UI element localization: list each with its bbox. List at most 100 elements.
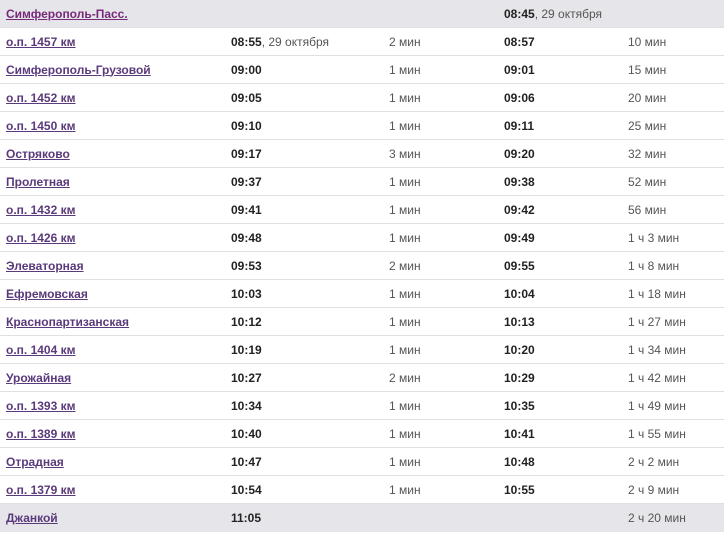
- stop-duration: 1 мин: [389, 203, 504, 217]
- arrival-cell: 10:47: [231, 455, 389, 469]
- stop-duration: 1 мин: [389, 231, 504, 245]
- depart-time: 10:55: [504, 483, 535, 497]
- table-row: о.п. 1404 км10:191 мин10:201 ч 34 мин: [0, 336, 724, 364]
- origin-depart-cell: 08:45, 29 октября: [504, 7, 628, 21]
- depart-cell: 09:42: [504, 203, 628, 217]
- table-row: Симферополь-Грузовой09:001 мин09:0115 ми…: [0, 56, 724, 84]
- station-link[interactable]: о.п. 1432 км: [6, 203, 76, 217]
- stop-duration: 2 мин: [389, 35, 504, 49]
- arrival-cell: 10:19: [231, 343, 389, 357]
- origin-depart-date: , 29 октября: [535, 7, 602, 21]
- depart-time: 09:01: [504, 63, 535, 77]
- destination-station-link[interactable]: Джанкой: [6, 511, 58, 525]
- arrival-cell: 09:41: [231, 203, 389, 217]
- origin-station-link[interactable]: Симферополь-Пасс.: [6, 7, 128, 21]
- table-row: Урожайная10:272 мин10:291 ч 42 мин: [0, 364, 724, 392]
- stop-duration: 2 мин: [389, 371, 504, 385]
- arrival-cell: 09:48: [231, 231, 389, 245]
- station-link[interactable]: Остряково: [6, 147, 70, 161]
- table-row: о.п. 1379 км10:541 мин10:552 ч 9 мин: [0, 476, 724, 504]
- table-row: Ефремовская10:031 мин10:041 ч 18 мин: [0, 280, 724, 308]
- table-row: Элеваторная09:532 мин09:551 ч 8 мин: [0, 252, 724, 280]
- depart-time: 09:11: [504, 119, 534, 133]
- table-row: Пролетная09:371 мин09:3852 мин: [0, 168, 724, 196]
- station-link[interactable]: Пролетная: [6, 175, 70, 189]
- arrival-time: 09:05: [231, 91, 262, 105]
- station-link[interactable]: о.п. 1452 км: [6, 91, 76, 105]
- depart-time: 10:35: [504, 399, 535, 413]
- station-link[interactable]: о.п. 1457 км: [6, 35, 76, 49]
- arrival-time: 08:55: [231, 35, 262, 49]
- depart-cell: 09:49: [504, 231, 628, 245]
- stop-duration: 1 мин: [389, 315, 504, 329]
- station-link[interactable]: Урожайная: [6, 371, 71, 385]
- destination-arrival-time: 11:05: [231, 511, 261, 525]
- depart-time: 09:06: [504, 91, 535, 105]
- station-link[interactable]: о.п. 1379 км: [6, 483, 76, 497]
- station-link[interactable]: о.п. 1389 км: [6, 427, 76, 441]
- arrival-date: , 29 октября: [262, 35, 329, 49]
- total-duration: 10 мин: [628, 35, 718, 49]
- station-link[interactable]: о.п. 1393 км: [6, 399, 76, 413]
- origin-depart-time: 08:45: [504, 7, 535, 21]
- schedule-table: Симферополь-Пасс. 08:45, 29 октября о.п.…: [0, 0, 724, 532]
- stop-duration: 1 мин: [389, 91, 504, 105]
- depart-cell: 10:55: [504, 483, 628, 497]
- arrival-time: 09:17: [231, 147, 262, 161]
- table-row: Отрадная10:471 мин10:482 ч 2 мин: [0, 448, 724, 476]
- arrival-cell: 10:03: [231, 287, 389, 301]
- stop-duration: 1 мин: [389, 63, 504, 77]
- total-duration: 1 ч 42 мин: [628, 371, 718, 385]
- table-row: Краснопартизанская 10:12 1 мин10:13 1 ч 27 …: [0, 308, 724, 336]
- table-row: о.п. 1452 км 09:05 1 мин09:06 20 мин: [0, 84, 724, 112]
- total-duration: 20 мин: [628, 91, 718, 105]
- arrival-time: 10:40: [231, 427, 262, 441]
- station-link[interactable]: Краснопартизанская: [6, 315, 129, 329]
- station-link[interactable]: о.п. 1426 км: [6, 231, 76, 245]
- depart-time: 09:20: [504, 147, 535, 161]
- station-link[interactable]: Отрадная: [6, 455, 64, 469]
- depart-time: 08:57: [504, 35, 535, 49]
- table-row: о.п. 1457 км 08:55, 29 октября 2 мин08:57 1…: [0, 28, 724, 56]
- station-link[interactable]: Симферополь-Грузовой: [6, 63, 151, 77]
- total-duration: 56 мин: [628, 203, 718, 217]
- stop-duration: 1 мин: [389, 483, 504, 497]
- depart-cell: 09:55: [504, 259, 628, 273]
- depart-time: 10:29: [504, 371, 535, 385]
- table-row: о.п. 1450 км09:101 мин09:1125 мин: [0, 112, 724, 140]
- destination-total-time: 2 ч 20 мин: [628, 511, 686, 525]
- station-link[interactable]: Ефремовская: [6, 287, 88, 301]
- total-duration: 2 ч 2 мин: [628, 455, 718, 469]
- total-duration: 1 ч 27 мин: [628, 315, 718, 329]
- depart-cell: 09:38: [504, 175, 628, 189]
- arrival-cell: 09:10: [231, 119, 389, 133]
- table-row: о.п. 1426 км 09:481 мин09:49 1 ч 3 мин: [0, 224, 724, 252]
- total-duration: 1 ч 49 мин: [628, 399, 718, 413]
- arrival-time: 10:54: [231, 483, 262, 497]
- arrival-cell: 10:34: [231, 399, 389, 413]
- arrival-time: 10:34: [231, 399, 262, 413]
- station-link[interactable]: о.п. 1450 км: [6, 119, 76, 133]
- total-duration: 1 ч 3 мин: [628, 231, 718, 245]
- depart-cell: 10:35: [504, 399, 628, 413]
- depart-cell: 08:57: [504, 35, 628, 49]
- arrival-time: 10:19: [231, 343, 262, 357]
- table-row: о.п. 1389 км10:401 мин10:411 ч 55 мин: [0, 420, 724, 448]
- stop-duration: 1 мин: [389, 287, 504, 301]
- arrival-time: 09:10: [231, 119, 262, 133]
- depart-time: 09:49: [504, 231, 535, 245]
- total-duration: 32 мин: [628, 147, 718, 161]
- arrival-time: 09:41: [231, 203, 262, 217]
- origin-row: Симферополь-Пасс. 08:45, 29 октября: [0, 0, 724, 28]
- depart-time: 10:41: [504, 427, 535, 441]
- destination-row: Джанкой 11:05 2 ч 20 мин: [0, 504, 724, 532]
- depart-cell: 09:11: [504, 119, 628, 133]
- arrival-time: 10:12: [231, 315, 262, 329]
- station-link[interactable]: о.п. 1404 км: [6, 343, 76, 357]
- depart-time: 09:38: [504, 175, 535, 189]
- arrival-cell: 09:53: [231, 259, 389, 273]
- depart-time: 10:13: [504, 315, 535, 329]
- total-duration: 1 ч 55 мин: [628, 427, 718, 441]
- station-link[interactable]: Элеваторная: [6, 259, 84, 273]
- depart-cell: 09:01: [504, 63, 628, 77]
